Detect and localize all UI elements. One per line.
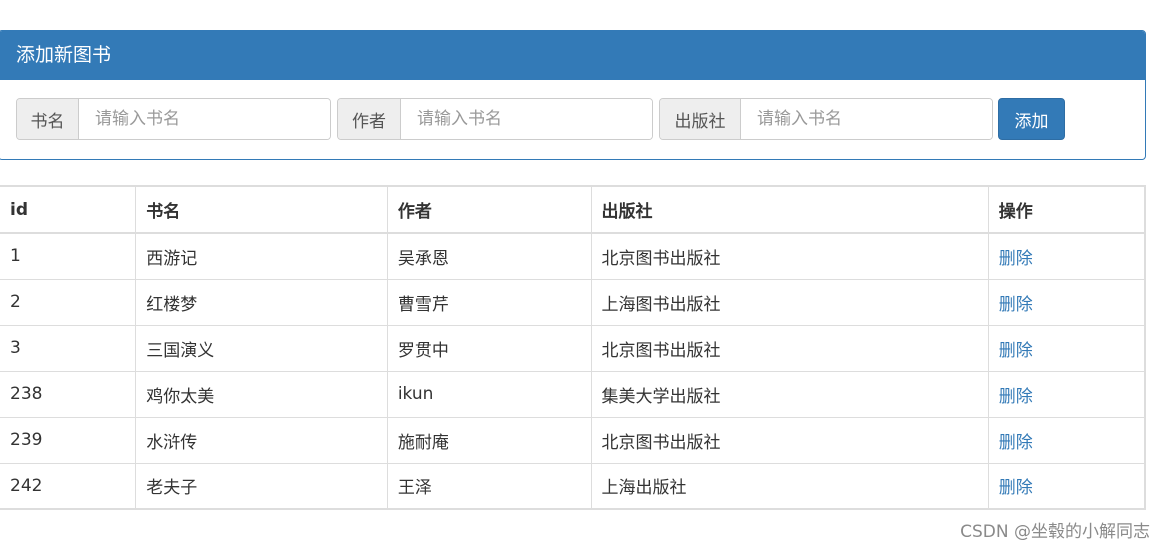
books-table: id 书名 作者 出版社 操作 1 西游记 吴承恩 北京图书出版社 删除 2 红…	[0, 185, 1146, 510]
table-row: 242 老夫子 王泽 上海出版社 删除	[0, 462, 1146, 510]
table-row: 238 鸡你太美 ikun 集美大学出版社 删除	[0, 370, 1146, 418]
cell-author: 吴承恩	[386, 232, 592, 280]
cell-id: 242	[0, 462, 137, 510]
cell-book-name: 红楼梦	[135, 278, 388, 326]
delete-link[interactable]: 删除	[999, 295, 1033, 315]
delete-link[interactable]: 删除	[999, 387, 1033, 407]
author-input[interactable]	[401, 99, 652, 139]
book-name-input-group: 书名	[16, 98, 331, 140]
cell-action: 删除	[987, 278, 1146, 326]
cell-book-name: 鸡你太美	[135, 370, 388, 418]
header-author: 作者	[386, 185, 592, 234]
table-row: 1 西游记 吴承恩 北京图书出版社 删除	[0, 232, 1146, 280]
watermark: CSDN @坐毂的小解同志	[960, 522, 1150, 542]
cell-press: 北京图书出版社	[590, 232, 989, 280]
cell-book-name: 老夫子	[135, 462, 388, 510]
author-input-group: 作者	[337, 98, 653, 140]
cell-id: 238	[0, 370, 137, 418]
cell-author: 施耐庵	[386, 416, 592, 464]
header-id: id	[0, 185, 137, 234]
cell-book-name: 三国演义	[135, 324, 388, 372]
cell-press: 上海出版社	[590, 462, 989, 510]
cell-action: 删除	[987, 324, 1146, 372]
table-row: 239 水浒传 施耐庵 北京图书出版社 删除	[0, 416, 1146, 464]
press-input[interactable]	[741, 99, 992, 139]
cell-press: 上海图书出版社	[590, 278, 989, 326]
add-book-panel: 添加新图书 书名 作者 出版社 添加	[0, 30, 1146, 160]
book-name-input[interactable]	[79, 99, 330, 139]
header-action: 操作	[987, 185, 1146, 234]
cell-id: 3	[0, 324, 137, 372]
cell-press: 北京图书出版社	[590, 416, 989, 464]
cell-author: ikun	[386, 370, 592, 418]
cell-author: 罗贯中	[386, 324, 592, 372]
delete-link[interactable]: 删除	[999, 341, 1033, 361]
panel-title: 添加新图书	[0, 31, 1145, 80]
cell-id: 239	[0, 416, 137, 464]
cell-author: 曹雪芹	[386, 278, 592, 326]
cell-action: 删除	[987, 370, 1146, 418]
delete-link[interactable]: 删除	[999, 478, 1033, 498]
add-button[interactable]: 添加	[998, 98, 1065, 140]
cell-press: 集美大学出版社	[590, 370, 989, 418]
book-name-label: 书名	[17, 99, 79, 139]
cell-id: 2	[0, 278, 137, 326]
add-book-form: 书名 作者 出版社 添加	[0, 80, 1145, 160]
header-press: 出版社	[590, 185, 989, 234]
cell-action: 删除	[987, 462, 1146, 510]
cell-action: 删除	[987, 416, 1146, 464]
cell-id: 1	[0, 232, 137, 280]
table-row: 3 三国演义 罗贯中 北京图书出版社 删除	[0, 324, 1146, 372]
cell-book-name: 西游记	[135, 232, 388, 280]
table-header-row: id 书名 作者 出版社 操作	[0, 185, 1146, 234]
delete-link[interactable]: 删除	[999, 249, 1033, 269]
cell-press: 北京图书出版社	[590, 324, 989, 372]
cell-book-name: 水浒传	[135, 416, 388, 464]
cell-author: 王泽	[386, 462, 592, 510]
press-input-group: 出版社	[659, 98, 993, 140]
delete-link[interactable]: 删除	[999, 433, 1033, 453]
author-label: 作者	[338, 99, 401, 139]
press-label: 出版社	[660, 99, 741, 139]
table-row: 2 红楼梦 曹雪芹 上海图书出版社 删除	[0, 278, 1146, 326]
header-book-name: 书名	[135, 185, 388, 234]
cell-action: 删除	[987, 232, 1146, 280]
